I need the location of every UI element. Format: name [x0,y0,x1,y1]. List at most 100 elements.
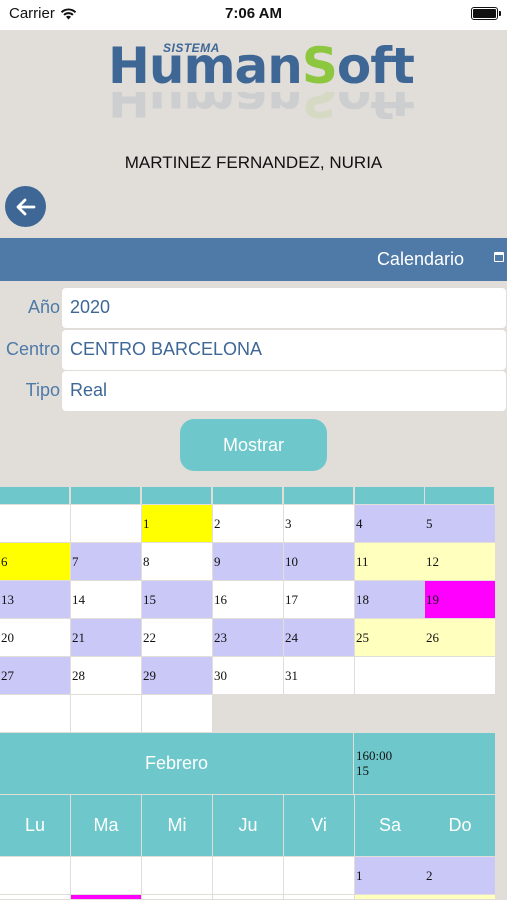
calendar-day-cell[interactable] [0,895,71,900]
day-number: 3 [285,515,292,531]
weekday-label: Ju [213,795,284,856]
day-number: 15 [143,591,156,607]
status-bar: Carrier 7:06 AM [0,0,507,30]
calendar-day-cell[interactable] [0,857,71,895]
weekday-label: Ma [71,795,142,856]
year-label: Año [27,297,60,317]
calendar-day-cell[interactable] [284,857,355,895]
calendar-day-cell[interactable]: 1 [355,857,426,895]
battery-icon [471,7,501,20]
arrow-left-icon [16,198,35,215]
calendar-day-cell[interactable] [71,695,142,733]
calendar-day-cell[interactable]: 19 [425,581,496,619]
day-number: 23 [214,629,227,645]
day-number: 17 [285,591,298,607]
day-number: 31 [285,667,298,683]
logo-prefix: SISTEMA [163,41,220,55]
calendar-day-cell[interactable]: 10 [284,543,355,581]
calendar-day-cell[interactable]: 9 [213,543,284,581]
calendar-day-cell[interactable] [71,857,142,895]
section-header: Calendario [0,238,507,281]
calendar-day-cell[interactable]: 16 [213,581,284,619]
calendar-day-cell[interactable]: 2 [425,857,496,895]
calendar-day-cell[interactable] [142,695,213,733]
year-field[interactable]: 2020 [62,288,506,328]
month-days-count: 15 [356,763,369,778]
calendar-day-cell[interactable]: 18 [355,581,426,619]
calendar-day-cell[interactable]: 14 [71,581,142,619]
calendar-header-cell [425,487,495,504]
calendar-day-cell[interactable] [71,505,142,543]
calendar-day-cell[interactable]: 31 [284,657,355,695]
weekday-label: Lu [0,795,71,856]
calendar-day-cell[interactable]: 4 [355,505,426,543]
day-number: 22 [143,629,156,645]
calendar-day-cell[interactable] [355,657,426,695]
calendar-day-cell[interactable]: 21 [71,619,142,657]
center-field[interactable]: CENTRO BARCELONA [62,330,506,370]
calendar-day-cell[interactable]: 27 [0,657,71,695]
calendar-day-cell[interactable] [71,895,142,900]
calendar-day-cell[interactable] [425,895,496,900]
weekday-label: Sa [355,795,426,856]
calendar-day-cell[interactable]: 3 [284,505,355,543]
calendar-header-cell [355,487,425,504]
humansoft-logo: HumanSoft SISTEMA HumanSoft [108,34,418,127]
calendar-day-cell[interactable]: 6 [0,543,71,581]
day-number: 11 [356,553,369,569]
calendar-day-cell[interactable]: 22 [142,619,213,657]
calendar-day-cell[interactable] [0,505,71,543]
clock: 7:06 AM [225,5,282,22]
calendar-day-cell[interactable]: 24 [284,619,355,657]
day-number: 28 [72,667,85,683]
calendar-day-cell[interactable] [142,895,213,900]
calendar-day-cell[interactable]: 15 [142,581,213,619]
calendar-day-cell[interactable] [0,695,71,733]
month-title: Febrero [0,733,353,794]
day-number: 10 [285,553,298,569]
day-number: 29 [143,667,156,683]
calendar-day-cell[interactable]: 7 [71,543,142,581]
calendar-day-cell[interactable]: 12 [425,543,496,581]
calendar-day-cell[interactable] [213,857,284,895]
back-button[interactable] [5,186,46,227]
section-title: Calendario [376,249,464,269]
month-summary: 160:00 15 [354,733,495,794]
calendar-day-cell[interactable] [355,895,426,900]
weekday-label: Vi [284,795,355,856]
calendar-day-cell[interactable] [142,857,213,895]
calendar-day-cell[interactable]: 13 [0,581,71,619]
calendar-day-cell[interactable]: 17 [284,581,355,619]
calendar-header-cell [213,487,283,504]
calendar-header-cell [284,487,354,504]
day-number: 13 [1,591,14,607]
calendar-day-cell[interactable]: 5 [425,505,496,543]
calendar-day-cell[interactable]: 30 [213,657,284,695]
calendar-day-cell[interactable]: 26 [425,619,496,657]
day-number: 30 [214,667,227,683]
weekday-label: Do [425,795,496,856]
calendar-day-cell[interactable]: 11 [355,543,426,581]
calendar-day-cell[interactable] [425,657,496,695]
day-number: 27 [1,667,14,683]
show-button[interactable]: Mostrar [180,419,327,471]
day-number: 2 [214,515,221,531]
calendar-day-cell[interactable]: 23 [213,619,284,657]
day-number: 4 [356,515,363,531]
calendar-day-cell[interactable]: 28 [71,657,142,695]
calendar-day-cell[interactable]: 29 [142,657,213,695]
calendar-header-cell [0,487,70,504]
day-number: 24 [285,629,298,645]
calendar-day-cell[interactable]: 25 [355,619,426,657]
calendar-day-cell[interactable]: 8 [142,543,213,581]
calendar-day-cell[interactable]: 20 [0,619,71,657]
day-number: 12 [426,553,439,569]
type-field[interactable]: Real [62,371,506,411]
calendar-icon[interactable] [494,252,504,262]
day-number: 7 [72,553,79,569]
calendar-day-cell[interactable]: 1 [142,505,213,543]
logo-reflection: HumanSoft [108,92,414,127]
calendar-day-cell[interactable] [284,895,355,900]
calendar-day-cell[interactable]: 2 [213,505,284,543]
calendar-day-cell[interactable] [213,895,284,900]
